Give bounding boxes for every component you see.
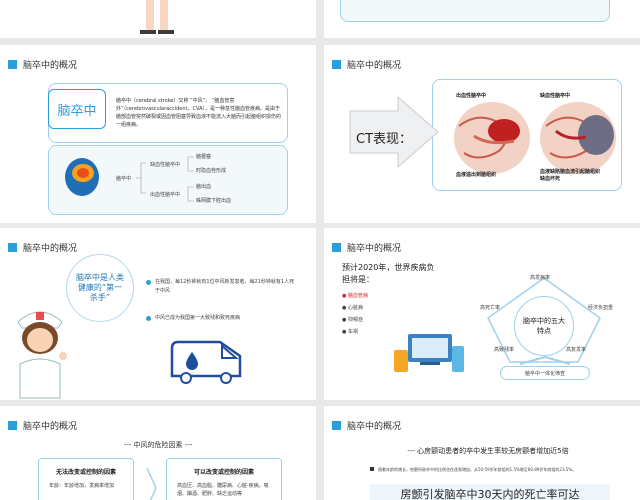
feature-bottom-left: 高致残率 <box>494 347 515 353</box>
content-frame <box>340 0 610 22</box>
hemorrhagic-caption: 血液溢出到脑组织 <box>456 172 497 178</box>
fact-1: 在我国，每12秒钟就有1位中风新发患者，每21秒钟就有1人死于中风 <box>146 278 296 296</box>
uncontrollable-card: 无法改变或控制的因素 年龄：年龄增加，发病率增加 <box>38 458 134 500</box>
feature-top: 高发病率 <box>530 275 551 281</box>
disease-item: ● 车祸 <box>342 329 358 335</box>
dash-divider: --- <box>184 441 193 449</box>
feature-bottom-right: 高复发率 <box>566 347 587 353</box>
dash-divider: --- <box>407 447 415 455</box>
header-square-icon <box>8 421 17 430</box>
bullet-square-icon <box>370 467 374 471</box>
definition-text: 脑卒中（cerebral stroke）又称 “中风”、 “脑血管意外”（cer… <box>116 98 282 128</box>
disease-item: ● 脑血管病 <box>342 293 368 299</box>
section-title: 脑卒中的概况 <box>347 422 402 432</box>
feature-left: 高死亡率 <box>480 305 501 311</box>
ambulance-icon <box>170 340 242 384</box>
uncontrollable-title: 无法改变或控制的因素 <box>55 469 116 476</box>
divider-chevron <box>146 467 157 500</box>
ischemic-title: 缺血性脑卒中 <box>540 93 571 99</box>
brain-head-icon <box>65 158 99 196</box>
fact-2: 中风已成为我国第一大致残和致死疾病 <box>146 314 296 321</box>
risk-title-row: --- 中风的危险因素 --- <box>0 440 316 450</box>
type-ischemic: 缺血性脑卒中 <box>150 162 181 168</box>
chevron-up-icon <box>519 355 571 365</box>
slide-stroke-definition: 脑卒中的概况 脑卒中 脑卒中（cerebral stroke）又称 “中风”、 … <box>0 45 316 223</box>
sub-ischemic-1: 脑梗塞 <box>196 154 212 160</box>
header-square-icon <box>8 60 17 69</box>
af-headline: --- 心房颤动患者的卒中发生率较无房颤者增加近5倍 <box>348 446 628 456</box>
term-box: 脑卒中 <box>48 89 106 129</box>
bullet-dot-icon <box>146 280 151 285</box>
feature-right: 经济负担重 <box>588 305 614 311</box>
af-bottom-text: 房颤引发脑卒中30天内的死亡率可达 <box>400 488 580 500</box>
af-headline-text: 心房颤动患者的卒中发生率较无房颤者增加近5倍 <box>417 447 569 455</box>
slide-1b <box>324 0 640 38</box>
sub-hemorrhagic-1: 脑出血 <box>196 184 212 190</box>
nurse-legs-illustration <box>140 0 174 34</box>
slide-five-features: 脑卒中的概况 预计2020年，世界疾病负担将是： ● 脑血管病 ● 心脏病 ● … <box>324 228 640 400</box>
ischemic-caption: 血液缺陷脑血流引起脑组织缺血坏死 <box>540 169 601 182</box>
ct-label: CT表现： <box>356 132 413 147</box>
integration-caption: 脑卒中一体化筛查 <box>524 370 565 377</box>
risk-title: 中风的危险因素 <box>133 441 183 449</box>
section-header: 脑卒中的概况 <box>332 241 401 254</box>
fact-text: 中风已成为我国第一大致残和致死疾病 <box>155 315 241 321</box>
hemorrhagic-brain-illustration <box>454 102 530 174</box>
section-title: 脑卒中的概况 <box>347 61 402 71</box>
section-title: 脑卒中的概况 <box>23 422 78 432</box>
medical-devices-illustration <box>394 334 464 372</box>
integration-caption-box: 脑卒中一体化筛查 <box>500 366 590 380</box>
section-header: 脑卒中的概况 <box>8 241 77 254</box>
slide-ct-findings: 脑卒中的概况 CT表现： 出血性脑卒中 缺血性脑卒中 血液溢出到脑组织 血液缺陷… <box>324 45 640 223</box>
section-header: 脑卒中的概况 <box>8 419 77 432</box>
sub-hemorrhagic-2: 蛛网膜下腔出血 <box>196 198 232 204</box>
disease-list: ● 脑血管病 ● 心脏病 ● 抑郁症 ● 车祸 <box>342 292 368 335</box>
fact-text: 在我国，每12秒钟就有1位中风新发患者，每21秒钟就有1人死于中风 <box>155 279 295 294</box>
quote-bubble: 脑卒中是人类健康的“第一杀手” <box>66 254 134 322</box>
header-square-icon <box>332 243 341 252</box>
slide-atrial-fibrillation: 脑卒中的概况 --- 心房颤动患者的卒中发生率较无房颤者增加近5倍 随着年龄的增… <box>324 406 640 500</box>
af-bottom-band: 房颤引发脑卒中30天内的死亡率可达 <box>370 484 610 500</box>
controllable-title: 可以改变或控制的因素 <box>193 469 254 476</box>
pentagon-center-text: 脑卒中的五大特点 <box>523 317 565 335</box>
section-header: 脑卒中的概况 <box>332 58 401 71</box>
section-title: 脑卒中的概况 <box>23 244 78 254</box>
sub-ischemic-2: 时隐血栓形成 <box>196 168 227 174</box>
forecast-intro: 预计2020年，世界疾病负担将是： <box>342 263 435 284</box>
slide-risk-factors: 脑卒中的概况 --- 中风的危险因素 --- 无法改变或控制的因素 年龄：年龄增… <box>0 406 316 500</box>
hemorrhagic-title: 出血性脑卒中 <box>456 93 487 99</box>
section-header: 脑卒中的概况 <box>8 58 77 71</box>
uncontrollable-text: 年龄：年龄增加，发病率增加 <box>49 483 115 489</box>
quote-text: 脑卒中是人类健康的“第一杀手” <box>76 273 124 302</box>
header-square-icon <box>332 421 341 430</box>
header-square-icon <box>8 243 17 252</box>
section-title: 脑卒中的概况 <box>23 61 78 71</box>
bullet-dot-icon <box>146 316 151 321</box>
pentagon-center-circle: 脑卒中的五大特点 <box>514 296 574 356</box>
section-header: 脑卒中的概况 <box>332 419 401 432</box>
ischemic-brain-illustration <box>540 102 616 174</box>
disease-item: ● 抑郁症 <box>342 317 363 323</box>
controllable-text: 高血压、高血脂、糖尿病、心脏·疾病，吸烟、酗酒、肥胖、缺乏运动等 <box>177 483 269 497</box>
disease-item: ● 心脏病 <box>342 305 363 311</box>
nurse-illustration <box>17 311 67 399</box>
type-hemorrhagic: 出血性脑卒中 <box>150 192 181 198</box>
slide-1 <box>0 0 316 38</box>
slide-first-killer: 脑卒中的概况 脑卒中是人类健康的“第一杀手” 在我国，每12秒钟就有1位中风新发… <box>0 228 316 400</box>
dash-divider: --- <box>123 441 132 449</box>
section-title: 脑卒中的概况 <box>347 244 402 254</box>
term-text: 脑卒中 <box>57 103 97 119</box>
header-square-icon <box>332 60 341 69</box>
branch-label: 脑卒中 <box>116 176 132 182</box>
af-note-text: 随着年龄的增长，房颤所致卒中的比例也在逐渐增加，从50-59岁年龄组的1.5%增… <box>378 467 577 472</box>
af-note: 随着年龄的增长，房颤所致卒中的比例也在逐渐增加，从50-59岁年龄组的1.5%增… <box>370 466 620 473</box>
controllable-card: 可以改变或控制的因素 高血压、高血脂、糖尿病、心脏·疾病，吸烟、酗酒、肥胖、缺乏… <box>166 458 282 500</box>
